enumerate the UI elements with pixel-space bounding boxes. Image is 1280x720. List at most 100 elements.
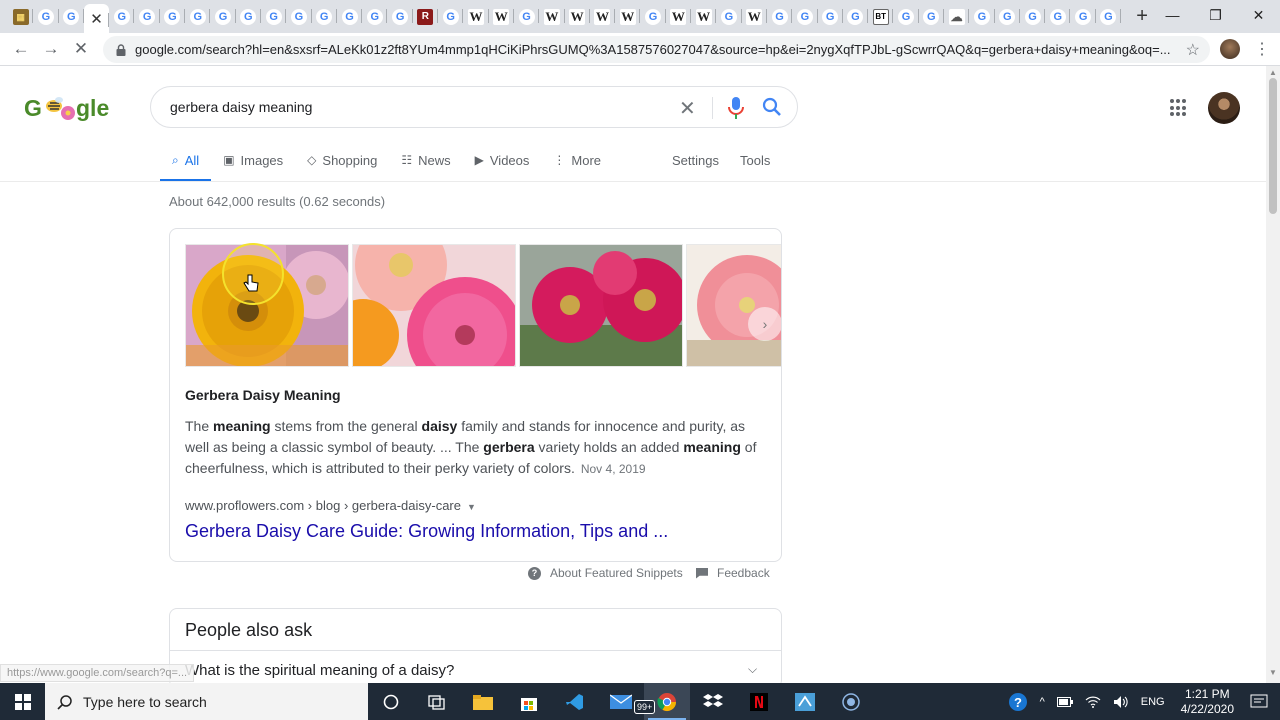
microphone-icon[interactable] bbox=[728, 96, 744, 125]
tab-all[interactable]: ⌕ All bbox=[160, 147, 212, 182]
url-text[interactable]: google.com/search?hl=en&sxsrf=ALeKk01z2f… bbox=[135, 42, 1175, 57]
teams-icon[interactable] bbox=[782, 683, 828, 720]
chevron-down-icon[interactable]: ⌵ bbox=[748, 662, 757, 677]
tab-news[interactable]: ☷ News bbox=[389, 147, 462, 173]
scroll-thumb[interactable] bbox=[1269, 78, 1277, 214]
wifi-icon[interactable] bbox=[1085, 696, 1101, 708]
snippet-image[interactable] bbox=[352, 244, 516, 367]
account-avatar[interactable] bbox=[1208, 92, 1240, 124]
browser-tab[interactable]: G bbox=[995, 0, 1021, 33]
battery-icon[interactable] bbox=[1056, 696, 1073, 707]
cite-url[interactable]: www.proflowers.com › blog › gerbera-dais… bbox=[185, 498, 461, 513]
browser-tab[interactable]: G bbox=[1070, 0, 1097, 33]
browser-tab[interactable]: G bbox=[1096, 0, 1122, 33]
browser-tab[interactable]: G bbox=[210, 0, 236, 33]
browser-tab[interactable]: W bbox=[539, 0, 565, 33]
stop-loading-icon[interactable]: ✕ bbox=[66, 34, 96, 64]
browser-tab[interactable]: G bbox=[640, 0, 667, 33]
browser-tab[interactable]: G bbox=[33, 0, 59, 33]
browser-tab[interactable]: G bbox=[893, 0, 919, 33]
browser-tab[interactable]: G bbox=[312, 0, 338, 33]
snippet-image[interactable] bbox=[185, 244, 349, 367]
tab-videos[interactable]: ▶ Videos bbox=[463, 147, 542, 173]
settings-link[interactable]: Settings bbox=[672, 153, 719, 168]
restore-icon[interactable]: ❐ bbox=[1194, 0, 1237, 30]
browser-tab[interactable]: G bbox=[1020, 0, 1046, 33]
back-icon[interactable]: ← bbox=[6, 34, 36, 64]
feedback[interactable]: Feedback bbox=[696, 566, 770, 580]
browser-tab[interactable]: W bbox=[691, 0, 717, 33]
dropbox-icon[interactable] bbox=[690, 683, 736, 720]
windows-start-icon[interactable] bbox=[0, 683, 45, 720]
task-view-icon[interactable] bbox=[414, 683, 460, 720]
tools-link[interactable]: Tools bbox=[740, 153, 770, 168]
obs-icon[interactable] bbox=[828, 683, 874, 720]
store-icon[interactable] bbox=[506, 683, 552, 720]
profile-avatar-icon[interactable] bbox=[1220, 39, 1240, 59]
scroll-up-icon[interactable]: ▲ bbox=[1269, 68, 1277, 77]
about-featured-snippets[interactable]: ? About Featured Snippets bbox=[528, 566, 683, 580]
browser-tab[interactable]: W bbox=[742, 0, 768, 33]
bookmark-star-icon[interactable]: ☆ bbox=[1186, 40, 1200, 60]
browser-tab[interactable]: G bbox=[818, 0, 844, 33]
close-tab-icon[interactable]: ✕ bbox=[90, 10, 103, 28]
cortana-icon[interactable] bbox=[368, 683, 414, 720]
taskbar-search[interactable]: Type here to search bbox=[45, 683, 368, 720]
netflix-icon[interactable] bbox=[736, 683, 782, 720]
tab-images[interactable]: ▣ Images bbox=[211, 147, 295, 173]
browser-tab[interactable]: G bbox=[792, 0, 818, 33]
notifications-icon[interactable] bbox=[1250, 694, 1268, 710]
minimize-icon[interactable]: — bbox=[1151, 0, 1194, 30]
browser-tab[interactable]: BT bbox=[868, 0, 894, 33]
browser-tab[interactable]: W bbox=[666, 0, 692, 33]
browser-tab[interactable]: G bbox=[160, 0, 186, 33]
tab-shopping[interactable]: ◇ Shopping bbox=[295, 147, 389, 173]
browser-tab[interactable]: G bbox=[843, 0, 869, 33]
feedback-label[interactable]: Feedback bbox=[717, 566, 770, 580]
browser-tab[interactable]: ☁ bbox=[944, 0, 970, 33]
browser-tab[interactable]: G bbox=[514, 0, 540, 33]
browser-tab[interactable]: G bbox=[767, 0, 793, 33]
carousel-next-icon[interactable]: › bbox=[748, 307, 781, 341]
browser-tab[interactable]: W bbox=[565, 0, 591, 33]
browser-tab[interactable]: G bbox=[109, 0, 135, 33]
chrome-menu-icon[interactable]: ⋮ bbox=[1254, 39, 1270, 59]
file-explorer-icon[interactable] bbox=[460, 683, 506, 720]
browser-tab[interactable]: G bbox=[716, 0, 742, 33]
google-apps-icon[interactable] bbox=[1170, 99, 1188, 117]
snippet-image[interactable] bbox=[519, 244, 683, 367]
taskbar-search-placeholder[interactable]: Type here to search bbox=[83, 694, 207, 710]
vscode-icon[interactable] bbox=[552, 683, 598, 720]
tab-more[interactable]: ⋮ More bbox=[541, 147, 613, 173]
about-label[interactable]: About Featured Snippets bbox=[550, 566, 683, 580]
browser-tab[interactable]: G bbox=[438, 0, 464, 33]
google-doodle-logo[interactable]: G gle bbox=[24, 92, 110, 124]
lock-icon[interactable] bbox=[115, 43, 127, 57]
active-browser-tab[interactable]: ✕ bbox=[83, 4, 110, 33]
browser-tab[interactable]: G bbox=[919, 0, 945, 33]
search-icon[interactable] bbox=[762, 97, 782, 122]
close-window-icon[interactable]: ✕ bbox=[1237, 0, 1280, 30]
clock[interactable]: 1:21 PM 4/22/2020 bbox=[1181, 687, 1234, 717]
browser-tab[interactable]: G bbox=[286, 0, 312, 33]
browser-tab[interactable]: W bbox=[615, 0, 641, 33]
browser-tab[interactable]: G bbox=[236, 0, 262, 33]
scroll-down-icon[interactable]: ▼ bbox=[1269, 668, 1277, 677]
forward-icon[interactable]: → bbox=[36, 34, 66, 64]
cite-dropdown-icon[interactable]: ▼ bbox=[467, 502, 476, 512]
browser-tab[interactable]: G bbox=[1045, 0, 1071, 33]
volume-icon[interactable] bbox=[1113, 695, 1129, 709]
snippet-image[interactable] bbox=[686, 244, 781, 367]
show-hidden-icons-icon[interactable]: ^ bbox=[1040, 696, 1045, 708]
clear-search-icon[interactable]: ✕ bbox=[679, 96, 696, 121]
browser-tab[interactable]: G bbox=[261, 0, 287, 33]
help-bubble-icon[interactable]: ? bbox=[1008, 692, 1028, 712]
browser-tab[interactable]: G bbox=[387, 0, 414, 33]
browser-tab[interactable]: G bbox=[337, 0, 363, 33]
browser-tab[interactable]: G bbox=[362, 0, 388, 33]
browser-tab[interactable]: G bbox=[59, 0, 85, 33]
search-box[interactable]: ✕ bbox=[150, 86, 798, 128]
address-bar[interactable]: google.com/search?hl=en&sxsrf=ALeKk01z2f… bbox=[103, 36, 1210, 63]
paa-question[interactable]: What is the spiritual meaning of a daisy… bbox=[185, 662, 454, 679]
browser-tab[interactable]: R bbox=[413, 0, 439, 33]
